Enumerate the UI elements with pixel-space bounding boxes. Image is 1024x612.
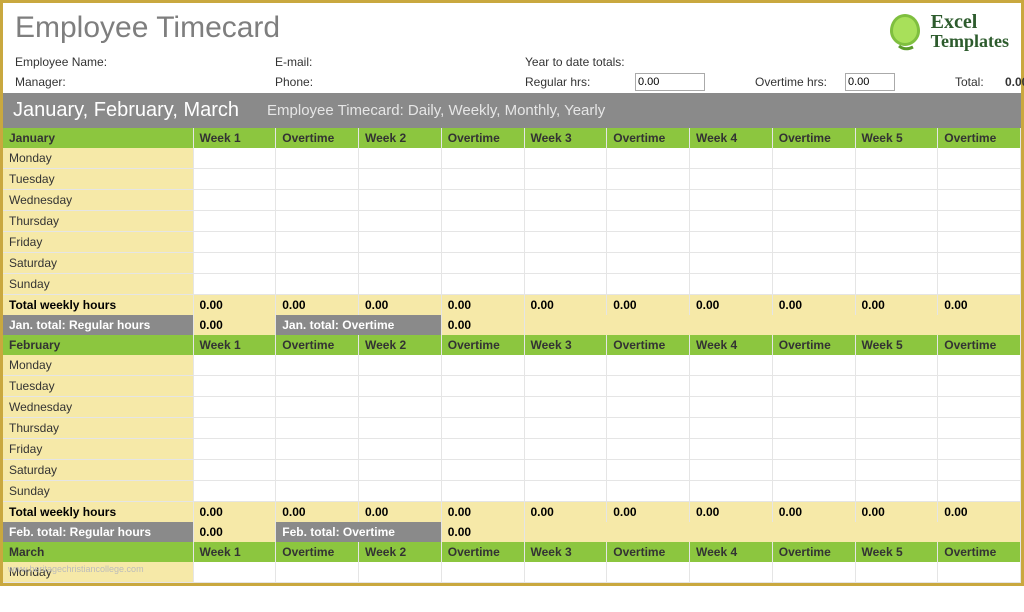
totals-row: Total weekly hours 0.000.000.000.000.000…: [3, 502, 1021, 523]
regular-input[interactable]: [635, 73, 705, 91]
table-row: Sunday: [3, 274, 1021, 295]
table-row: Sunday: [3, 481, 1021, 502]
section-bar: January, February, March Employee Timeca…: [3, 93, 1021, 128]
table-header-row: January Week 1Overtime Week 2Overtime We…: [3, 128, 1021, 148]
watermark: www.heritagechristiancollege.com: [8, 564, 144, 574]
month-subtotal-row: Jan. total: Regular hours 0.00 Jan. tota…: [3, 315, 1021, 335]
table-row: Wednesday: [3, 397, 1021, 418]
table-row: Thursday: [3, 211, 1021, 232]
excel-icon: [885, 11, 925, 51]
info-row-1: Employee Name: E-mail: Year to date tota…: [3, 53, 1021, 71]
emp-name-label: Employee Name:: [15, 55, 105, 69]
phone-label: Phone:: [275, 75, 335, 89]
table-row: Wednesday: [3, 190, 1021, 211]
info-row-2: Manager: Phone: Regular hrs: Overtime hr…: [3, 71, 1021, 93]
month-header: February: [3, 335, 193, 355]
table-header-row: February Week 1Overtime Week 2Overtime W…: [3, 335, 1021, 355]
regular-label: Regular hrs:: [525, 75, 635, 89]
month-header: March: [3, 542, 193, 562]
page-title: Employee Timecard: [15, 11, 280, 45]
table-row: Monday: [3, 148, 1021, 169]
month-header: January: [3, 128, 193, 148]
table-row: Friday: [3, 439, 1021, 460]
table-row: Saturday: [3, 460, 1021, 481]
table-row: Monday: [3, 562, 1021, 583]
table-row: Monday: [3, 355, 1021, 376]
overtime-input[interactable]: [845, 73, 895, 91]
totals-row: Total weekly hours 0.000.000.000.000.000…: [3, 295, 1021, 316]
table-row: Tuesday: [3, 169, 1021, 190]
month-subtotal-row: Feb. total: Regular hours 0.00 Feb. tota…: [3, 522, 1021, 542]
table-february: February Week 1Overtime Week 2Overtime W…: [3, 335, 1021, 542]
table-row: Saturday: [3, 253, 1021, 274]
table-header-row: March Week 1Overtime Week 2Overtime Week…: [3, 542, 1021, 562]
logo-text: Excel Templates: [931, 12, 1009, 50]
section-months: January, February, March: [13, 99, 239, 122]
overtime-label: Overtime hrs:: [755, 75, 845, 89]
table-row: Friday: [3, 232, 1021, 253]
total-label: Total:: [955, 75, 1005, 89]
table-row: Tuesday: [3, 376, 1021, 397]
total-value: 0.00: [1005, 75, 1024, 89]
table-march: March Week 1Overtime Week 2Overtime Week…: [3, 542, 1021, 583]
email-label: E-mail:: [275, 55, 335, 69]
header: Employee Timecard Excel Templates: [3, 3, 1021, 53]
ytd-label: Year to date totals:: [525, 55, 635, 69]
brand-logo: Excel Templates: [885, 11, 1009, 51]
section-subtitle: Employee Timecard: Daily, Weekly, Monthl…: [267, 102, 605, 119]
manager-label: Manager:: [15, 75, 105, 89]
table-january: January Week 1Overtime Week 2Overtime We…: [3, 128, 1021, 335]
table-row: Thursday: [3, 418, 1021, 439]
